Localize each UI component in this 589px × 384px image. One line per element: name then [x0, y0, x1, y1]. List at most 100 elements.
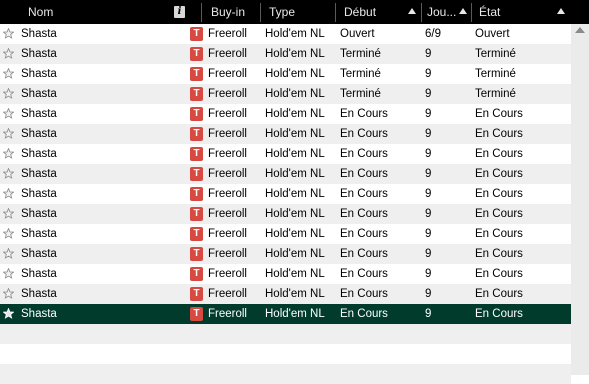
table-row[interactable]: T Shasta Freeroll Hold'em NL En Cours 9 En Cou… [0, 204, 571, 224]
tournament-icon: T [190, 247, 203, 261]
cell-type: Hold'em NL [265, 228, 325, 240]
table-row[interactable]: T Shasta Freeroll Hold'em NL Terminé 9 Terminé [0, 64, 571, 84]
cell-buyin: Freeroll [208, 268, 247, 280]
cell-name: Shasta [21, 168, 57, 180]
column-divider[interactable] [335, 3, 336, 22]
tournament-icon: T [190, 167, 203, 181]
empty-row [0, 364, 571, 384]
cell-players: 9 [425, 308, 432, 320]
sort-ascending-icon[interactable] [459, 8, 467, 14]
column-divider[interactable] [421, 3, 422, 22]
table-row[interactable]: T Shasta Freeroll Hold'em NL En Cours 9 En Cou… [0, 244, 571, 264]
cell-buyin: Freeroll [208, 168, 247, 180]
favorite-star-icon[interactable] [2, 87, 15, 99]
favorite-star-icon[interactable] [2, 227, 15, 239]
cell-start: En Cours [340, 108, 388, 120]
scroll-up-arrow-icon[interactable] [575, 27, 585, 33]
sort-ascending-icon[interactable] [557, 8, 565, 14]
tournament-icon: T [190, 127, 203, 141]
favorite-star-icon[interactable] [2, 47, 15, 59]
cell-state: En Cours [475, 228, 523, 240]
cell-buyin: Freeroll [208, 108, 247, 120]
table-row[interactable]: T Shasta Freeroll Hold'em NL Terminé 9 Terminé [0, 84, 571, 104]
favorite-star-icon[interactable] [2, 207, 15, 219]
tournament-icon: T [190, 147, 203, 161]
cell-players: 6/9 [425, 28, 441, 40]
column-divider[interactable] [201, 3, 202, 22]
tournament-icon: T [190, 287, 203, 301]
tournament-icon: T [190, 187, 203, 201]
favorite-star-icon[interactable] [2, 107, 15, 119]
cell-buyin: Freeroll [208, 68, 247, 80]
table-row[interactable]: T Shasta Freeroll Hold'em NL En Cours 9 En Cou… [0, 184, 571, 204]
column-divider[interactable] [260, 3, 261, 22]
cell-type: Hold'em NL [265, 208, 325, 220]
cell-type: Hold'em NL [265, 28, 325, 40]
favorite-star-icon[interactable] [2, 147, 15, 159]
favorite-star-icon[interactable] [2, 267, 15, 279]
favorite-star-icon[interactable] [2, 27, 15, 39]
cell-start: En Cours [340, 288, 388, 300]
column-divider[interactable] [471, 3, 472, 22]
column-header-type[interactable]: Type [269, 0, 334, 24]
cell-players: 9 [425, 48, 432, 60]
cell-name: Shasta [21, 308, 57, 320]
favorite-star-icon[interactable] [2, 127, 15, 139]
cell-state: Ouvert [475, 28, 510, 40]
table-row[interactable]: T Shasta Freeroll Hold'em NL En Cours 9 En Cou… [0, 124, 571, 144]
table-row[interactable]: T Shasta Freeroll Hold'em NL En Cours 9 En Cou… [0, 224, 571, 244]
cell-state: En Cours [475, 188, 523, 200]
column-header-start[interactable]: Début [344, 0, 404, 24]
cell-buyin: Freeroll [208, 128, 247, 140]
cell-type: Hold'em NL [265, 68, 325, 80]
table-row-selected[interactable]: T Shasta Freeroll Hold'em NL En Cours 9 En Cou… [0, 304, 571, 324]
table-row[interactable]: T Shasta Freeroll Hold'em NL En Cours 9 En Cou… [0, 264, 571, 284]
cell-players: 9 [425, 208, 432, 220]
favorite-star-icon[interactable] [2, 187, 15, 199]
cell-players: 9 [425, 248, 432, 260]
table-row[interactable]: T Shasta Freeroll Hold'em NL En Cours 9 En Cou… [0, 144, 571, 164]
favorite-star-icon[interactable] [2, 307, 15, 319]
cell-buyin: Freeroll [208, 288, 247, 300]
favorite-star-icon[interactable] [2, 167, 15, 179]
cell-type: Hold'em NL [265, 188, 325, 200]
column-header-state[interactable]: État [479, 0, 539, 24]
cell-state: En Cours [475, 108, 523, 120]
tournament-icon: T [190, 47, 203, 61]
cell-players: 9 [425, 228, 432, 240]
favorite-star-icon[interactable] [2, 287, 15, 299]
table-row[interactable]: T Shasta Freeroll Hold'em NL Terminé 9 Terminé [0, 44, 571, 64]
table-row[interactable]: T Shasta Freeroll Hold'em NL En Cours 9 En Cou… [0, 164, 571, 184]
table-row[interactable]: T Shasta Freeroll Hold'em NL En Cours 9 En Cou… [0, 284, 571, 304]
cell-buyin: Freeroll [208, 308, 247, 320]
info-icon[interactable]: i [174, 6, 185, 18]
cell-start: En Cours [340, 268, 388, 280]
table-row[interactable]: T Shasta Freeroll Hold'em NL Ouvert 6/9 Ouvert [0, 24, 571, 44]
tournament-icon: T [190, 267, 203, 281]
cell-name: Shasta [21, 68, 57, 80]
cell-start: Terminé [340, 88, 381, 100]
cell-type: Hold'em NL [265, 308, 325, 320]
cell-buyin: Freeroll [208, 48, 247, 60]
sort-ascending-icon[interactable] [408, 8, 416, 14]
cell-buyin: Freeroll [208, 188, 247, 200]
cell-type: Hold'em NL [265, 168, 325, 180]
table-row[interactable]: T Shasta Freeroll Hold'em NL En Cours 9 En Cou… [0, 104, 571, 124]
column-header-buyin[interactable]: Buy-in [211, 0, 259, 24]
tournament-icon: T [190, 107, 203, 121]
cell-type: Hold'em NL [265, 48, 325, 60]
empty-row [0, 324, 571, 344]
vertical-scrollbar[interactable] [571, 24, 589, 375]
cell-start: En Cours [340, 148, 388, 160]
cell-start: En Cours [340, 168, 388, 180]
cell-players: 9 [425, 268, 432, 280]
cell-type: Hold'em NL [265, 128, 325, 140]
cell-players: 9 [425, 108, 432, 120]
favorite-star-icon[interactable] [2, 67, 15, 79]
column-header-players[interactable]: Jou... [427, 0, 459, 24]
cell-players: 9 [425, 168, 432, 180]
column-header-name[interactable]: Nom [28, 0, 168, 24]
cell-name: Shasta [21, 268, 57, 280]
cell-players: 9 [425, 288, 432, 300]
favorite-star-icon[interactable] [2, 247, 15, 259]
